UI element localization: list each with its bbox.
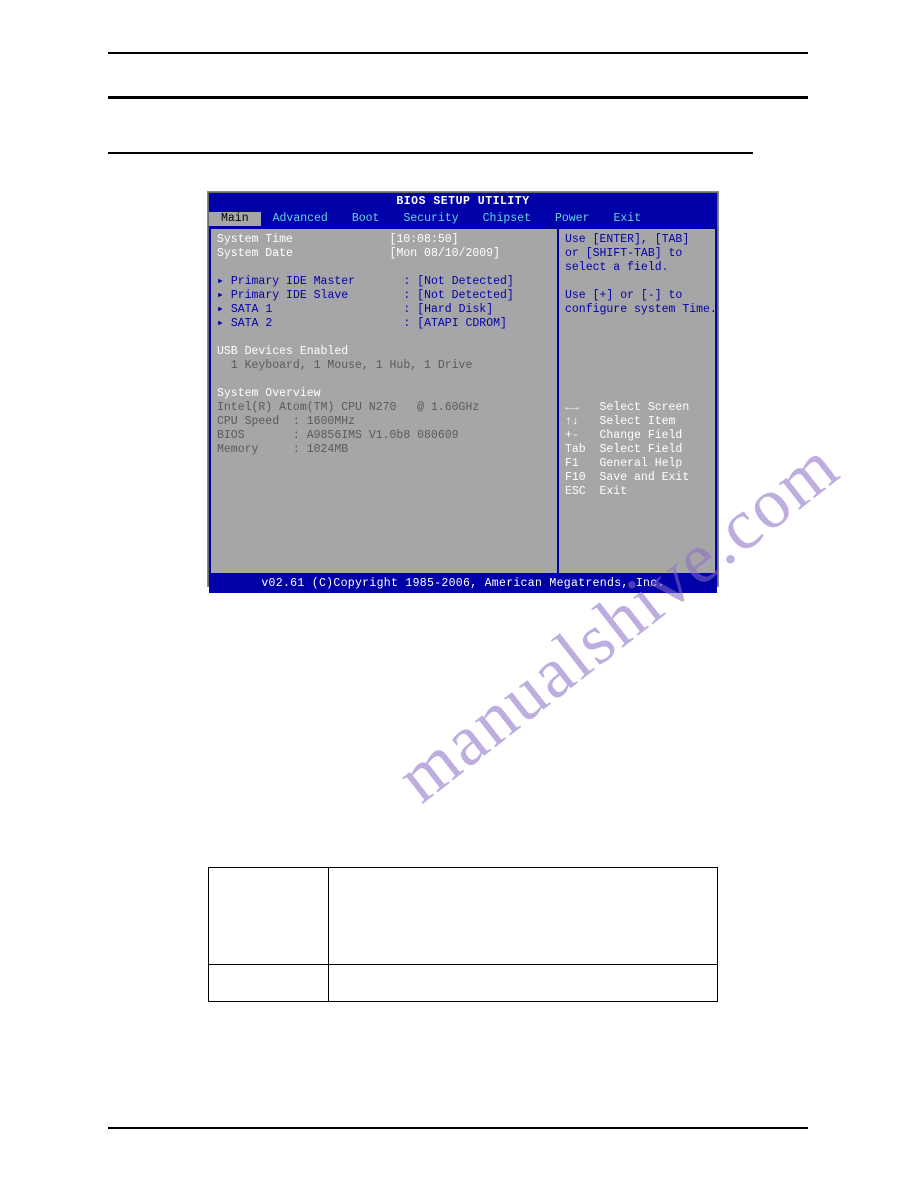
sys-overview-heading: System Overview (217, 387, 321, 400)
sata1-value: [Hard Disk] (417, 303, 493, 316)
bios-menu-power[interactable]: Power (543, 212, 602, 226)
bios-menu-chipset[interactable]: Chipset (471, 212, 543, 226)
sys-time-value[interactable]: [10:08:50] (390, 233, 459, 246)
usb-heading: USB Devices Enabled (217, 345, 348, 358)
sata2-value: [ATAPI CDROM] (417, 317, 507, 330)
cpu-line: Intel(R) Atom(TM) CPU N270 @ 1.60GHz (217, 401, 479, 414)
pide-slave-value: [Not Detected] (417, 289, 514, 302)
para-body: This setting allows you to set the syste… (108, 633, 609, 647)
nav-line: Tab Select Field (565, 443, 682, 456)
header-label: BIOS Setup (699, 64, 808, 85)
bios-menu-main[interactable]: Main (209, 212, 261, 226)
help-line: Use [ENTER], [TAB] (565, 233, 709, 247)
pide-master-value: [Not Detected] (417, 275, 514, 288)
system-time-para: System Time This setting allows you to s… (108, 614, 758, 648)
help-line: select a field. (565, 261, 709, 275)
page-number: 3-3 (791, 1134, 808, 1148)
sys-date-value[interactable]: [Mon 08/10/2009] (390, 247, 500, 260)
table-cell-key: [LBA/Large Mode] (209, 965, 329, 1002)
table-desc-line: Note that the specifications of your dri… (337, 910, 707, 958)
help-line: configure system Time. (565, 303, 709, 317)
nav-line: ←→ Select Screen (565, 401, 689, 414)
para-heading: Primary IDE Master/Slave, SATA 1, SATA 2 (108, 734, 758, 750)
nav-line: ↑↓ Select Item (565, 415, 675, 428)
memory-line: Memory : 1024MB (217, 443, 348, 456)
para-body: This setting allows you to set the syste… (108, 693, 633, 707)
sata1-label[interactable]: SATA 1 (231, 303, 272, 316)
table-cell-desc: Enabling LBA causes Logical Block Addres… (329, 965, 718, 1002)
bios-copyright: v02.61 (C)Copyright 1985-2006, American … (209, 575, 717, 593)
nav-line: +- Change Field (565, 429, 682, 442)
bios-main-panel: System Time [10:08:50] System Date [Mon … (209, 227, 557, 575)
table-cell-desc: Press PgUp/<+> or PgDn/<-> to select [Ma… (329, 868, 718, 965)
ide-sata-para: Primary IDE Master/Slave, SATA 1, SATA 2 (108, 734, 758, 752)
nav-line: F10 Save and Exit (565, 471, 689, 484)
table-row: [LBA/Large Mode] Enabling LBA causes Log… (209, 965, 718, 1002)
sata2-label[interactable]: SATA 2 (231, 317, 272, 330)
cpu-speed-line: CPU Speed : 1600MHz (217, 415, 355, 428)
bios-menu-advanced[interactable]: Advanced (261, 212, 340, 226)
bios-menu-bar[interactable]: Main Advanced Boot Security Chipset Powe… (209, 211, 717, 227)
table-desc-line: You can use [Manual] to define your own … (337, 892, 709, 904)
para-heading: System Date (108, 674, 758, 690)
settings-table: [Type] Press PgUp/<+> or PgDn/<-> to sel… (208, 867, 718, 1002)
usb-devices-line: 1 Keyboard, 1 Mouse, 1 Hub, 1 Drive (217, 359, 472, 372)
system-date-para: System Date This setting allows you to s… (108, 674, 758, 708)
bios-title: BIOS SETUP UTILITY (209, 193, 717, 211)
bios-help-panel: Use [ENTER], [TAB] or [SHIFT-TAB] to sel… (557, 227, 717, 575)
bios-menu-boot[interactable]: Boot (340, 212, 392, 226)
bios-menu-exit[interactable]: Exit (601, 212, 653, 226)
para-heading: System Time (108, 614, 758, 630)
nav-line: F1 General Help (565, 457, 682, 470)
sys-date-label[interactable]: System Date (217, 247, 293, 260)
help-line: or [SHIFT-TAB] to (565, 247, 709, 261)
pide-master-label[interactable]: Primary IDE Master (231, 275, 355, 288)
sys-time-label[interactable]: System Time (217, 233, 293, 246)
help-line: Use [+] or [-] to (565, 289, 709, 303)
bios-menu-security[interactable]: Security (391, 212, 470, 226)
nav-line: ESC Exit (565, 485, 627, 498)
section-title: Main (108, 124, 154, 147)
pide-slave-label[interactable]: Primary IDE Slave (231, 289, 348, 302)
table-row: [Type] Press PgUp/<+> or PgDn/<-> to sel… (209, 868, 718, 965)
bios-screenshot: BIOS SETUP UTILITY Main Advanced Boot Se… (208, 192, 718, 586)
bios-version-line: BIOS : A9856IMS V1.0b8 080609 (217, 429, 459, 442)
table-cell-key: [Type] (209, 868, 329, 965)
table-desc-line: Press PgUp/<+> or PgDn/<-> to select [Ma… (337, 874, 709, 886)
